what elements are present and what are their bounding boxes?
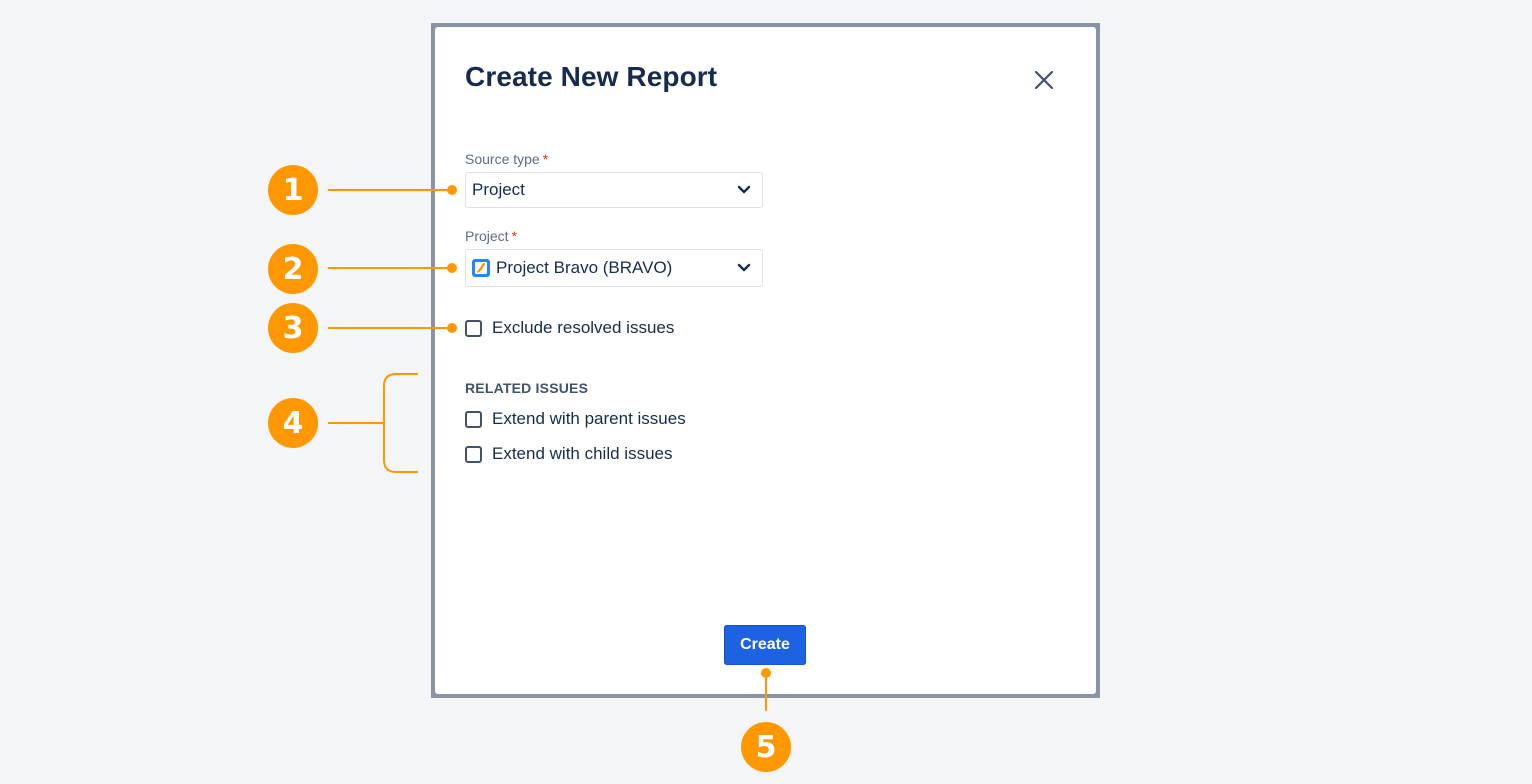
create-report-dialog: Create New Report Source type * Project P…: [435, 27, 1096, 694]
project-select[interactable]: Project Bravo (BRAVO): [465, 249, 763, 287]
exclude-resolved-checkbox[interactable]: Exclude resolved issues: [465, 318, 674, 338]
checkbox-box[interactable]: [465, 445, 482, 463]
required-mark: *: [542, 151, 549, 167]
callout-badge-1: 1: [268, 165, 318, 215]
checkbox-box[interactable]: [465, 319, 482, 337]
project-value: Project Bravo (BRAVO): [496, 258, 673, 277]
create-button[interactable]: Create: [724, 625, 806, 665]
callout-badge-2: 2: [268, 244, 318, 294]
source-type-select[interactable]: Project: [465, 172, 763, 208]
checkbox-box[interactable]: [465, 410, 482, 428]
dialog-frame: Create New Report Source type * Project P…: [431, 23, 1100, 698]
extend-parent-checkbox[interactable]: Extend with parent issues: [465, 409, 686, 429]
related-issues-heading: RELATED ISSUES: [465, 380, 589, 396]
callout-bracket-4: [383, 373, 418, 473]
extend-child-label: Extend with child issues: [492, 444, 673, 463]
required-mark: *: [511, 228, 518, 244]
project-label: Project *: [465, 228, 517, 244]
source-type-label: Source type *: [465, 151, 548, 167]
source-type-label-text: Source type: [465, 151, 540, 167]
chevron-down-icon: [726, 263, 762, 273]
close-icon: [1034, 70, 1054, 90]
source-type-value: Project: [472, 180, 525, 199]
extend-child-checkbox[interactable]: Extend with child issues: [465, 444, 672, 464]
callout-badge-4: 4: [268, 398, 318, 448]
callout-badge-5: 5: [741, 722, 791, 772]
callout-badge-3: 3: [268, 303, 318, 353]
close-button[interactable]: [1029, 65, 1059, 95]
extend-parent-label: Extend with parent issues: [492, 409, 686, 428]
dialog-title: Create New Report: [465, 61, 718, 92]
project-label-text: Project: [465, 228, 509, 244]
project-icon: [472, 259, 490, 277]
exclude-resolved-label: Exclude resolved issues: [492, 318, 675, 337]
chevron-down-icon: [726, 185, 762, 195]
